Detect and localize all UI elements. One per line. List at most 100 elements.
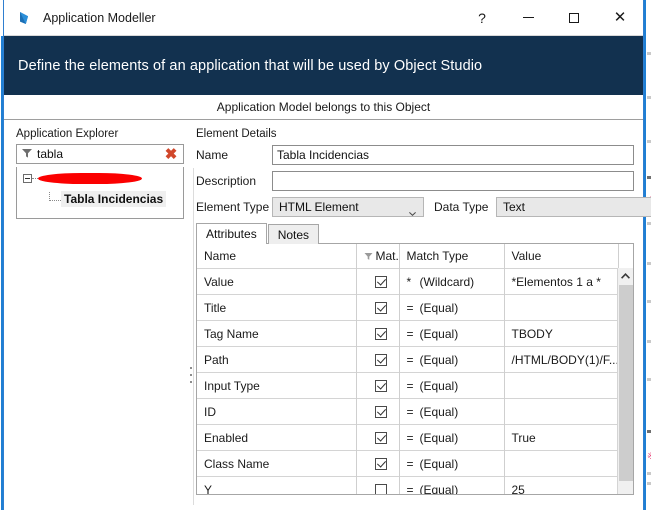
minimize-button[interactable]	[505, 0, 551, 35]
element-details-pane: Element Details Name Description Element…	[196, 120, 643, 511]
cell-value[interactable]: 25	[504, 477, 618, 496]
table-row[interactable]: Tag Name=(Equal)TBODY	[197, 321, 634, 347]
grip-dot	[190, 367, 192, 369]
tree-item-label: Tabla Incidencias	[61, 191, 166, 207]
window-title: Application Modeller	[43, 11, 156, 25]
description-input[interactable]	[272, 171, 634, 191]
column-header-match[interactable]: Mat...	[356, 244, 399, 269]
cell-match-type[interactable]: *(Wildcard)	[399, 269, 504, 295]
cell-match-checkbox[interactable]	[356, 321, 399, 347]
checkbox-checked[interactable]	[375, 354, 387, 366]
cell-match-type[interactable]: =(Equal)	[399, 321, 504, 347]
close-button[interactable]: ✕	[597, 0, 643, 35]
clear-filter-button[interactable]: ✖	[161, 145, 181, 163]
cell-match-checkbox[interactable]	[356, 399, 399, 425]
background-chip	[647, 176, 651, 179]
attributes-grid: Name Mat... Match Type Value	[196, 243, 634, 495]
tab-attributes[interactable]: Attributes	[196, 223, 267, 244]
cell-match-type[interactable]: =(Equal)	[399, 477, 504, 496]
match-operator: =	[407, 301, 420, 315]
checkbox-checked[interactable]	[375, 458, 387, 470]
background-chip	[647, 52, 651, 55]
cell-match-checkbox[interactable]	[356, 295, 399, 321]
checkbox-unchecked[interactable]	[375, 484, 387, 495]
table-row[interactable]: Title=(Equal)	[197, 295, 634, 321]
pane-splitter[interactable]	[188, 120, 196, 511]
close-icon: ✕	[614, 10, 627, 25]
element-details-label: Element Details	[196, 128, 643, 140]
grid-body: Value*(Wildcard)*Elementos 1 a *Title=(E…	[197, 269, 634, 496]
cell-match-type[interactable]: =(Equal)	[399, 373, 504, 399]
name-input[interactable]	[272, 145, 634, 165]
background-chip	[647, 262, 651, 265]
table-row[interactable]: Y=(Equal)25	[197, 477, 634, 496]
splitter-grip[interactable]	[190, 367, 192, 383]
cell-match-checkbox[interactable]	[356, 451, 399, 477]
tree-row-item[interactable]: Tabla Incidencias	[49, 191, 166, 207]
grid-vertical-scrollbar[interactable]	[617, 268, 633, 494]
cell-value[interactable]: *Elementos 1 a *	[504, 269, 618, 295]
cell-match-checkbox[interactable]	[356, 269, 399, 295]
match-type-word: (Equal)	[420, 457, 459, 471]
grip-dot	[190, 381, 192, 383]
table-row[interactable]: Enabled=(Equal)True	[197, 425, 634, 451]
match-type-word: (Wildcard)	[420, 275, 475, 289]
checkbox-checked[interactable]	[375, 432, 387, 444]
table-row[interactable]: Value*(Wildcard)*Elementos 1 a *	[197, 269, 634, 295]
maximize-icon	[569, 13, 579, 23]
cell-match-checkbox[interactable]	[356, 347, 399, 373]
element-type-dropdown[interactable]: HTML Element	[272, 197, 424, 217]
checkbox-checked[interactable]	[375, 380, 387, 392]
checkbox-checked[interactable]	[375, 328, 387, 340]
cell-match-type[interactable]: =(Equal)	[399, 425, 504, 451]
column-header-match-type[interactable]: Match Type	[399, 244, 504, 269]
cell-match-type[interactable]: =(Equal)	[399, 399, 504, 425]
cell-value[interactable]: TBODY	[504, 321, 618, 347]
tab-notes[interactable]: Notes	[268, 224, 319, 244]
header-banner: Define the elements of an application th…	[4, 36, 643, 95]
match-operator: =	[407, 457, 420, 471]
minimize-icon	[523, 17, 534, 18]
table-row[interactable]: Input Type=(Equal)	[197, 373, 634, 399]
cell-attribute-name: Value	[197, 269, 356, 295]
cell-value[interactable]	[504, 399, 618, 425]
maximize-button[interactable]	[551, 0, 597, 35]
cell-match-checkbox[interactable]	[356, 477, 399, 496]
checkbox-checked[interactable]	[375, 276, 387, 288]
column-header-name[interactable]: Name	[197, 244, 356, 269]
collapse-icon[interactable]	[23, 174, 32, 183]
element-tree[interactable]: Tabla Incidencias	[16, 167, 184, 219]
scroll-up-button[interactable]	[618, 268, 633, 284]
match-operator: *	[407, 275, 420, 289]
filter-icon	[364, 250, 373, 264]
table-row[interactable]: ID=(Equal)	[197, 399, 634, 425]
chevron-up-icon	[621, 273, 630, 279]
background-chip	[647, 300, 651, 303]
background-chip	[647, 472, 651, 475]
cell-value[interactable]	[504, 373, 618, 399]
cell-value[interactable]: /HTML/BODY(1)/F...	[504, 347, 618, 373]
explorer-filter-input[interactable]	[37, 147, 161, 161]
data-type-value: Text	[497, 200, 525, 214]
cell-match-type[interactable]: =(Equal)	[399, 347, 504, 373]
data-type-dropdown[interactable]: Text	[496, 197, 651, 217]
background-chip	[647, 340, 651, 343]
name-label: Name	[196, 148, 272, 162]
scrollbar-thumb[interactable]	[619, 285, 633, 481]
cell-match-checkbox[interactable]	[356, 373, 399, 399]
cell-match-type[interactable]: =(Equal)	[399, 295, 504, 321]
table-row[interactable]: Class Name=(Equal)	[197, 451, 634, 477]
data-type-label: Data Type	[434, 200, 496, 214]
match-type-word: (Equal)	[420, 431, 459, 445]
help-button[interactable]: ?	[459, 0, 505, 35]
checkbox-checked[interactable]	[375, 302, 387, 314]
cell-match-type[interactable]: =(Equal)	[399, 451, 504, 477]
cell-value[interactable]	[504, 451, 618, 477]
table-row[interactable]: Path=(Equal)/HTML/BODY(1)/F...	[197, 347, 634, 373]
checkbox-checked[interactable]	[375, 406, 387, 418]
cell-value[interactable]	[504, 295, 618, 321]
cell-value[interactable]: True	[504, 425, 618, 451]
column-header-value[interactable]: Value	[504, 244, 618, 269]
tree-row-root[interactable]	[23, 173, 142, 184]
cell-match-checkbox[interactable]	[356, 425, 399, 451]
